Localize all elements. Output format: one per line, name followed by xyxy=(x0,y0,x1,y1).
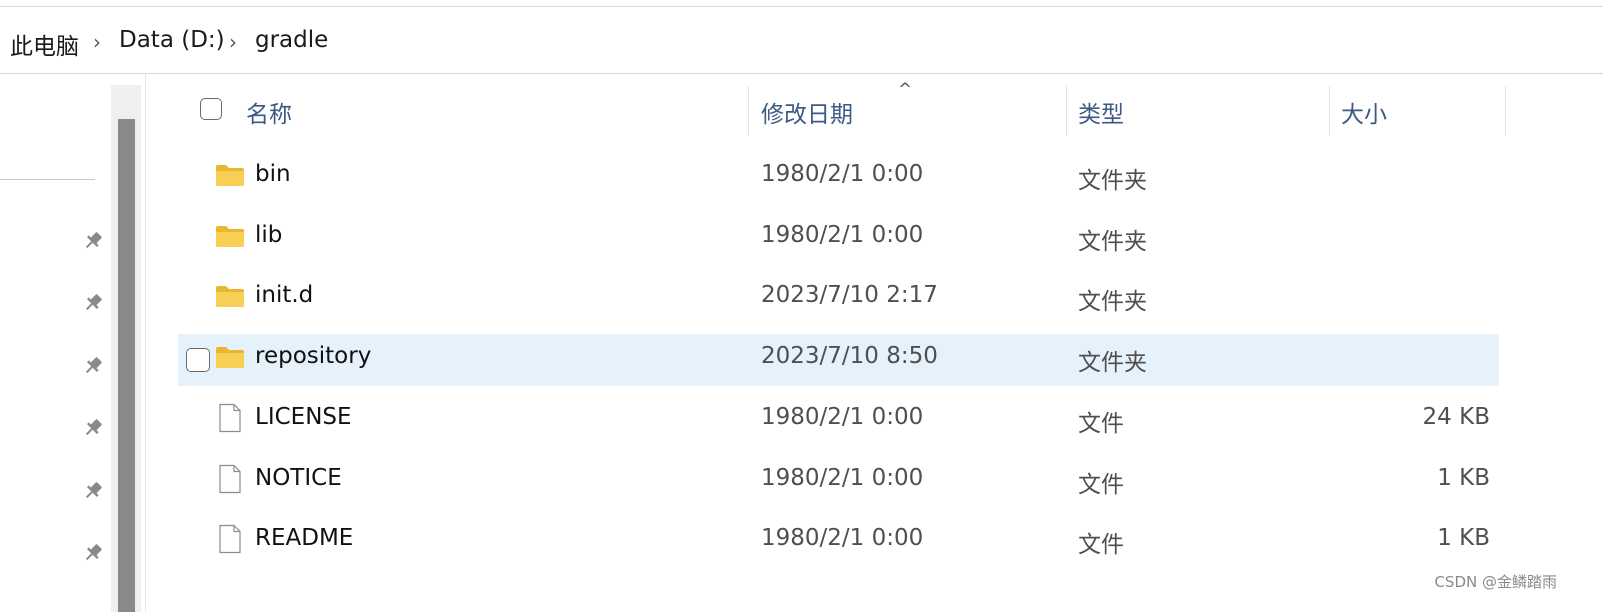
breadcrumb-item-gradle[interactable]: gradle xyxy=(255,27,328,53)
column-header-name[interactable]: 名称 xyxy=(246,95,292,129)
folder-icon xyxy=(215,162,245,188)
file-icon xyxy=(215,464,245,494)
file-type: 文件 xyxy=(1078,472,1124,498)
folder-icon xyxy=(215,344,245,370)
breadcrumb-item-drive[interactable]: Data (D:) xyxy=(119,27,225,53)
file-modified: 1980/2/1 0:00 xyxy=(761,525,924,551)
file-modified: 1980/2/1 0:00 xyxy=(761,161,924,187)
chevron-right-icon[interactable]: › xyxy=(229,30,237,54)
file-name: init.d xyxy=(255,282,314,308)
row-checkbox[interactable] xyxy=(186,348,210,372)
pin-icon[interactable] xyxy=(82,417,104,439)
file-type: 文件夹 xyxy=(1078,289,1147,315)
file-type: 文件夹 xyxy=(1078,229,1147,255)
column-separator[interactable] xyxy=(748,86,749,136)
pin-icon[interactable] xyxy=(82,230,104,252)
chevron-right-icon[interactable]: › xyxy=(93,30,101,54)
file-name: lib xyxy=(255,222,283,248)
file-size: 24 KB xyxy=(1422,404,1490,430)
column-separator[interactable] xyxy=(1329,86,1330,136)
file-modified: 2023/7/10 2:17 xyxy=(761,282,938,308)
file-type: 文件夹 xyxy=(1078,168,1147,194)
column-separator[interactable] xyxy=(1066,86,1067,136)
sort-caret-icon[interactable]: ^ xyxy=(898,80,912,100)
pane-divider xyxy=(145,74,146,612)
file-modified: 2023/7/10 8:50 xyxy=(761,343,938,369)
pin-icon[interactable] xyxy=(82,292,104,314)
file-modified: 1980/2/1 0:00 xyxy=(761,465,924,491)
file-size: 1 KB xyxy=(1437,525,1490,551)
column-header-size[interactable]: 大小 xyxy=(1341,95,1387,129)
file-icon xyxy=(215,403,245,433)
nav-divider xyxy=(0,179,95,180)
file-modified: 1980/2/1 0:00 xyxy=(761,404,924,430)
nav-scrollbar-thumb[interactable] xyxy=(118,119,135,612)
file-name: repository xyxy=(255,343,372,369)
pin-icon[interactable] xyxy=(82,355,104,377)
folder-icon xyxy=(215,283,245,309)
column-separator[interactable] xyxy=(1505,86,1506,136)
file-size: 1 KB xyxy=(1437,465,1490,491)
column-header-type[interactable]: 类型 xyxy=(1078,95,1124,129)
pin-icon[interactable] xyxy=(82,480,104,502)
watermark: CSDN @金鳞踏雨 xyxy=(1434,573,1557,591)
select-all-checkbox[interactable] xyxy=(200,98,222,120)
file-type: 文件 xyxy=(1078,411,1124,437)
file-type: 文件 xyxy=(1078,532,1124,558)
file-icon xyxy=(215,524,245,554)
breadcrumb-item-this-pc[interactable]: 此电脑 xyxy=(10,27,79,61)
file-name: README xyxy=(255,525,354,551)
pin-icon[interactable] xyxy=(82,542,104,564)
column-header-modified[interactable]: 修改日期 xyxy=(761,95,853,129)
address-bar[interactable]: 此电脑 › Data (D:) › gradle xyxy=(0,7,1603,74)
file-name: bin xyxy=(255,161,291,187)
folder-icon xyxy=(215,223,245,249)
navigation-pane xyxy=(0,74,110,612)
file-name: LICENSE xyxy=(255,404,352,430)
file-type: 文件夹 xyxy=(1078,350,1147,376)
file-modified: 1980/2/1 0:00 xyxy=(761,222,924,248)
file-name: NOTICE xyxy=(255,465,342,491)
